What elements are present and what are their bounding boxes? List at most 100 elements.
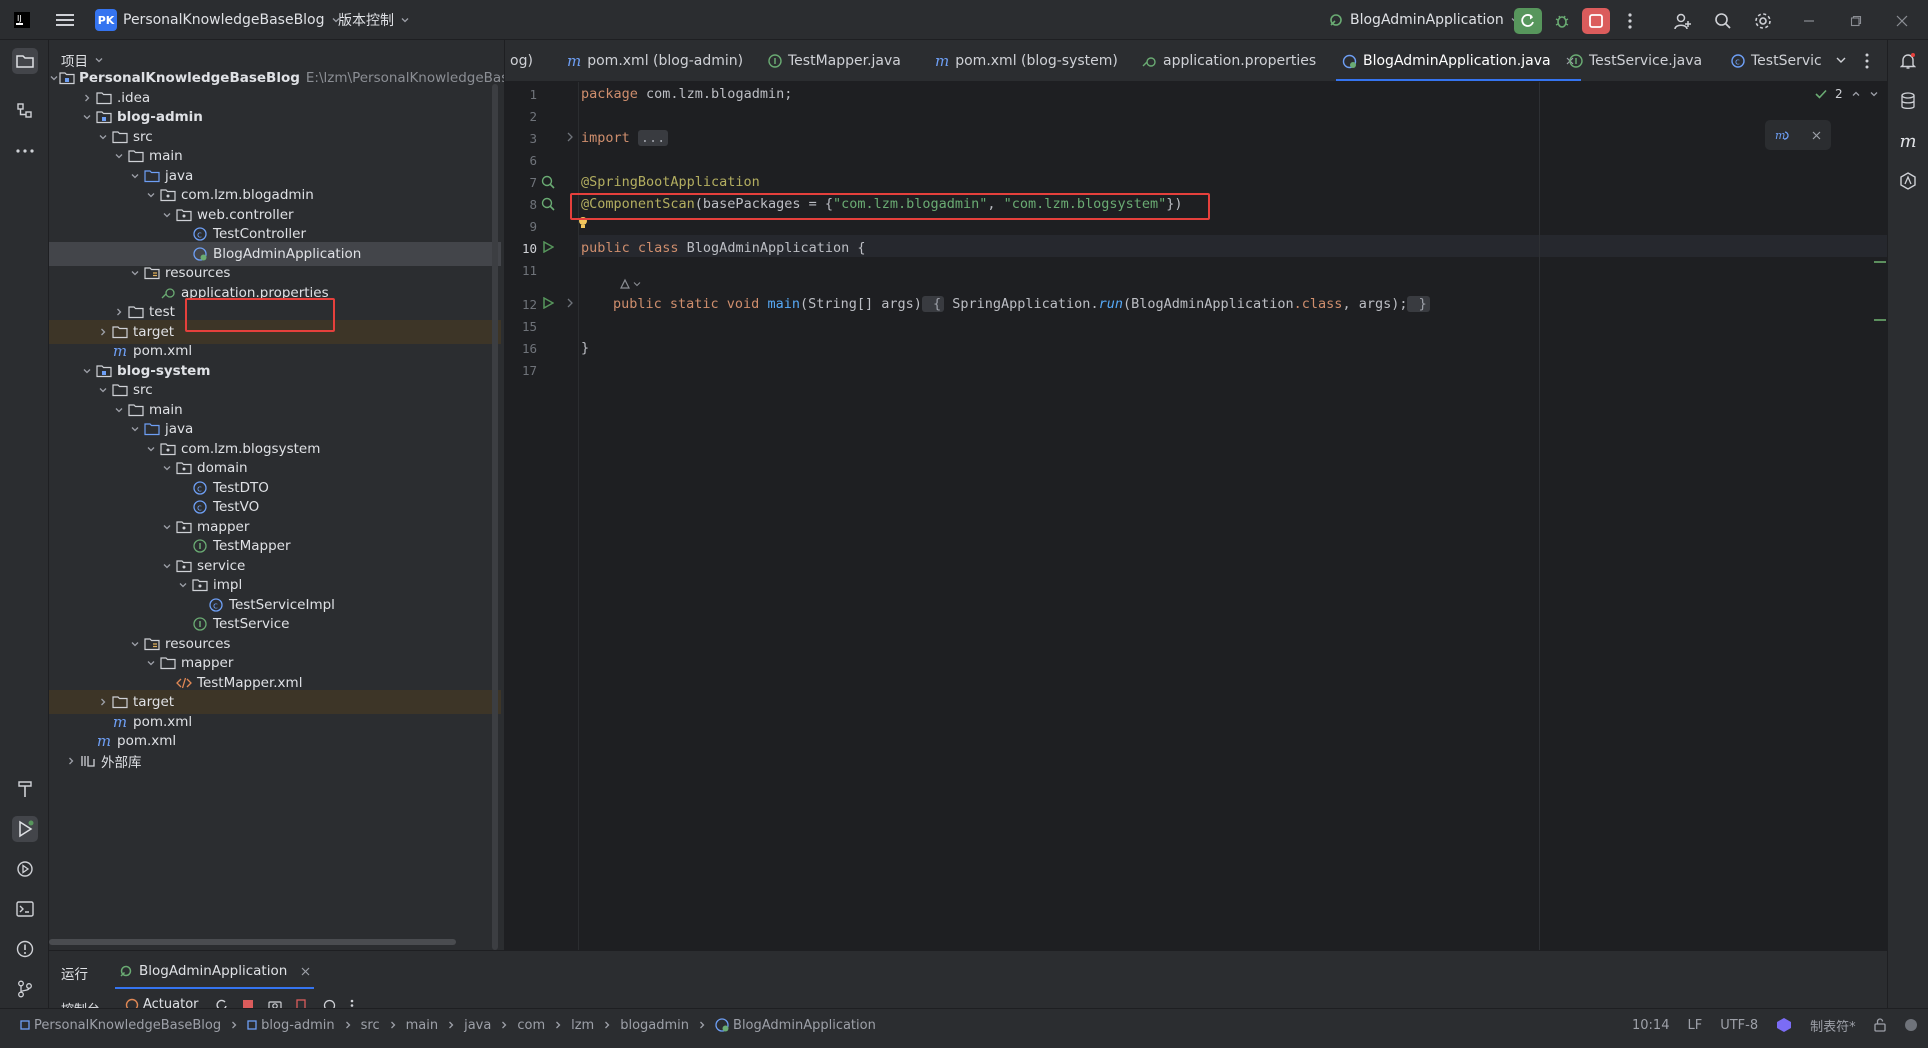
breadcrumb-item[interactable]: blog-admin: [247, 1018, 335, 1033]
code-editor[interactable]: 1 2 3 6 7 8 9 10 11 12 15 16 17 package: [505, 82, 1887, 950]
fold-brace[interactable]: }: [1407, 296, 1430, 312]
spring-bean-gutter-icon[interactable]: [541, 175, 555, 189]
code-text: com.lzm.blogadmin;: [637, 86, 793, 102]
close-icon[interactable]: [301, 967, 310, 976]
tree-item-external-libraries-34[interactable]: 外部库: [49, 749, 501, 773]
maven-tool-button[interactable]: m: [1895, 128, 1921, 154]
chevron-up-icon[interactable]: [1851, 89, 1861, 99]
more-actions-button[interactable]: [1616, 8, 1644, 34]
breadcrumb-item[interactable]: BlogAdminApplication: [715, 1018, 876, 1033]
fold-arrow-icon[interactable]: [566, 298, 574, 308]
structure-tool-button[interactable]: [12, 98, 38, 124]
spring-scan-gutter-icon[interactable]: [541, 197, 555, 211]
editor-gutter: 1 2 3 6 7 8 9 10 11 12 15 16 17: [505, 82, 579, 950]
tab-testmapper[interactable]: TestMapper.java: [768, 40, 901, 81]
restore-button[interactable]: [1842, 8, 1870, 34]
run-main-gutter-icon[interactable]: [542, 297, 554, 309]
breadcrumb-item[interactable]: PersonalKnowledgeBaseBlog: [20, 1018, 221, 1033]
database-tool-button[interactable]: [1895, 88, 1921, 114]
rerun-icon[interactable]: [215, 999, 228, 1008]
inspection-widget[interactable]: 2: [1815, 87, 1879, 101]
chevron-down-icon: [633, 282, 641, 287]
tab-pom-blog-system[interactable]: m pom.xml (blog-system): [935, 40, 1118, 81]
breadcrumb-item[interactable]: java: [464, 1018, 491, 1033]
camera-icon[interactable]: [268, 999, 282, 1008]
more-vertical-icon: [1865, 53, 1869, 69]
spring-class-icon: [1342, 54, 1357, 68]
code-with-me-button[interactable]: [1669, 8, 1697, 34]
tab-truncated[interactable]: og): [510, 40, 533, 81]
tabs-more-button[interactable]: [1865, 53, 1869, 69]
line-separator[interactable]: LF: [1687, 1018, 1702, 1033]
stop-button[interactable]: [1582, 8, 1610, 34]
ai-status-icon[interactable]: [1776, 1017, 1792, 1033]
console-tab[interactable]: 控制台: [61, 999, 100, 1008]
ai-assistant-button[interactable]: [1895, 168, 1921, 194]
chevron-right-icon[interactable]: [63, 749, 79, 773]
tab-testservic-truncated[interactable]: c TestServic: [1731, 40, 1822, 81]
more-vertical-icon[interactable]: [350, 999, 354, 1008]
memory-indicator-icon[interactable]: [1904, 1018, 1918, 1032]
tabs-list-button[interactable]: [1835, 54, 1847, 66]
tab-testservice[interactable]: TestService.java: [1569, 40, 1702, 81]
fold-brace[interactable]: {: [921, 296, 945, 312]
tree-item-label: TestController: [213, 226, 306, 242]
class-icon: c: [191, 226, 209, 242]
tree-horizontal-scrollbar[interactable]: [49, 939, 456, 945]
run-config-selector[interactable]: BlogAdminApplication: [1328, 0, 1520, 40]
stop-icon[interactable]: [242, 999, 254, 1008]
file-encoding[interactable]: UTF-8: [1720, 1018, 1758, 1033]
breadcrumb-item[interactable]: lzm: [571, 1018, 594, 1033]
settings-button[interactable]: [1749, 8, 1777, 34]
more-tools-button[interactable]: [12, 138, 38, 164]
indent-setting[interactable]: 制表符*: [1810, 1016, 1856, 1035]
app-logo-icon[interactable]: IJ: [14, 0, 30, 40]
vcs-menu[interactable]: 版本控制: [338, 0, 410, 40]
git-tool-button[interactable]: [12, 976, 38, 1002]
inlay-hint[interactable]: [619, 278, 641, 290]
breadcrumb-item[interactable]: src: [361, 1018, 380, 1033]
notifications-button[interactable]: [1895, 48, 1921, 74]
fold-arrow-icon[interactable]: [566, 132, 574, 142]
minimize-button[interactable]: [1795, 8, 1823, 34]
project-tool-button[interactable]: [12, 48, 38, 74]
run-tool-button[interactable]: [12, 816, 38, 842]
run-class-gutter-icon[interactable]: [542, 241, 554, 253]
more-vertical-icon: [1628, 13, 1632, 29]
tab-blogadminapplication[interactable]: BlogAdminApplication.java: [1336, 40, 1581, 81]
folded-imports[interactable]: ...: [637, 130, 669, 146]
problems-tool-button[interactable]: [12, 936, 38, 962]
debug-button[interactable]: [1548, 8, 1576, 34]
build-tool-button[interactable]: [12, 776, 38, 802]
services-tool-button[interactable]: [12, 856, 38, 882]
terminal-tool-button[interactable]: [12, 896, 38, 922]
breadcrumb-item[interactable]: com: [517, 1018, 545, 1033]
chevron-right-icon: [343, 1020, 353, 1030]
close-window-button[interactable]: [1888, 8, 1916, 34]
search-everywhere-button[interactable]: [1709, 8, 1737, 34]
module-folder-icon: [59, 70, 75, 86]
tab-application-properties[interactable]: application.properties: [1141, 40, 1316, 81]
tree-vertical-scrollbar[interactable]: [492, 84, 498, 950]
tab-pom-blog-admin[interactable]: m pom.xml (blog-admin): [567, 40, 743, 81]
rerun-button[interactable]: [1514, 8, 1542, 34]
tree-item-label: .idea: [117, 89, 151, 106]
maven-reload-icon[interactable]: m: [1775, 128, 1791, 142]
breadcrumb-item[interactable]: main: [406, 1018, 438, 1033]
breadcrumb-label: blog-admin: [261, 1017, 335, 1033]
exit-icon[interactable]: [296, 999, 309, 1008]
chevron-down-icon[interactable]: [1869, 89, 1879, 99]
main-menu-icon[interactable]: [56, 0, 74, 40]
tree-item-label: main: [149, 401, 183, 418]
run-tab-blogadminapplication[interactable]: BlogAdminApplication: [115, 955, 315, 989]
settings-icon[interactable]: [323, 999, 336, 1008]
actuator-tab[interactable]: Actuator: [125, 997, 199, 1008]
close-icon[interactable]: [1812, 131, 1821, 140]
annotation: @SpringBootApplication: [581, 174, 760, 190]
caret-position[interactable]: 10:14: [1632, 1018, 1669, 1033]
code-line: public class BlogAdminApplication {: [581, 240, 866, 256]
lock-open-icon[interactable]: [1873, 1018, 1886, 1032]
project-switcher[interactable]: PK PersonalKnowledgeBaseBlog: [95, 0, 341, 40]
title-bar: IJ PK PersonalKnowledgeBaseBlog 版本控制 Blo…: [0, 0, 1928, 40]
breadcrumb-item[interactable]: blogadmin: [620, 1018, 689, 1033]
